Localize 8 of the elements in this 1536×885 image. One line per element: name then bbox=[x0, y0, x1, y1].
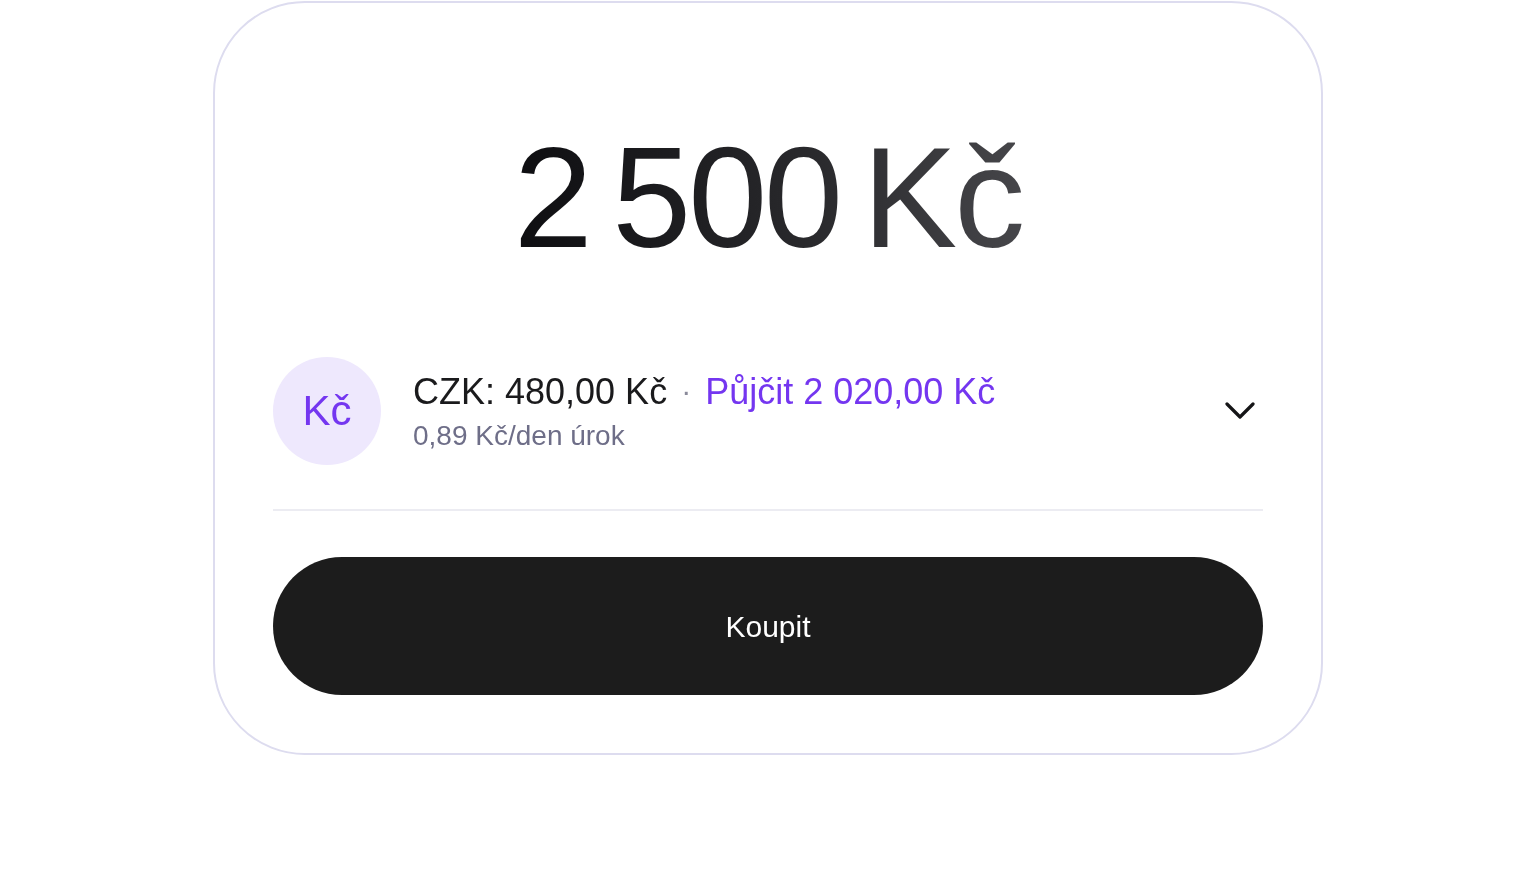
interest-text: 0,89 Kč/den úrok bbox=[413, 418, 626, 453]
separator-text: · bbox=[681, 373, 692, 410]
currency-avatar: Kč bbox=[273, 357, 381, 465]
borrow-link[interactable]: Půjčit 2 020,00 Kč bbox=[705, 369, 996, 413]
balance-text: CZK: 480,00 Kč bbox=[413, 369, 668, 413]
balance-row[interactable]: Kč CZK: 480,00 Kč · Půjčit 2 020,00 Kč 0,89 Kč/den úrok bbox=[273, 357, 1263, 511]
buy-button[interactable]: Koupit bbox=[273, 557, 1263, 695]
chevron-down-icon[interactable] bbox=[1225, 402, 1255, 420]
